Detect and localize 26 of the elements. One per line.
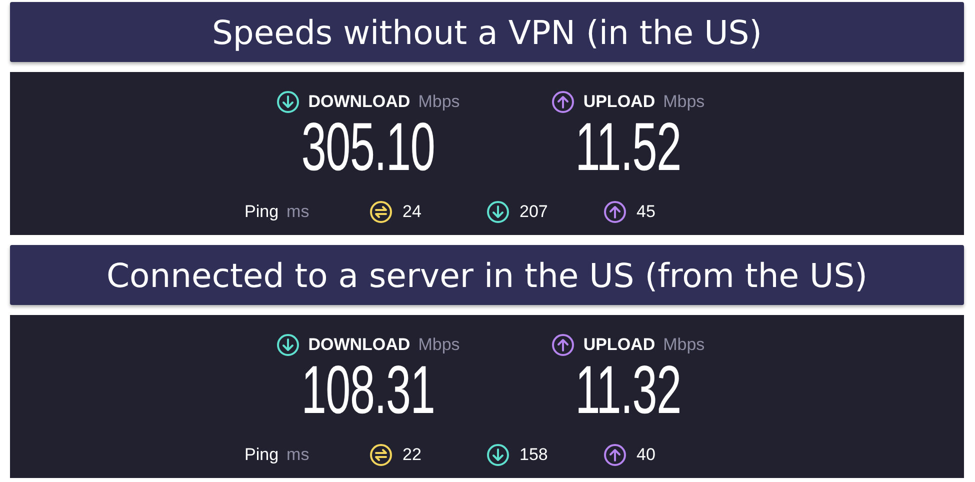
- unit-label: Mbps: [663, 92, 705, 112]
- speed-value: 108.31: [301, 355, 435, 425]
- exchange-arrows-icon: [368, 443, 392, 467]
- ping-label: Ping: [244, 445, 279, 465]
- ping-value: 207: [520, 202, 548, 222]
- unit-label: Mbps: [663, 335, 705, 355]
- unit-label: Mbps: [418, 92, 460, 112]
- ping-label: Ping: [244, 202, 279, 222]
- speed-value: 305.10: [301, 112, 435, 182]
- exchange-arrows-icon: [368, 200, 392, 224]
- ping-value: 40: [636, 445, 656, 465]
- metric-label: DOWNLOAD: [308, 92, 410, 112]
- metric-label: UPLOAD: [583, 335, 656, 355]
- ping-value: 45: [636, 202, 656, 222]
- unit-label: Mbps: [418, 335, 460, 355]
- metric-label: DOWNLOAD: [308, 335, 410, 355]
- unit-label: ms: [286, 202, 310, 222]
- ping-value: 22: [402, 445, 422, 465]
- ping-value: 24: [402, 202, 422, 222]
- speed-value: 11.52: [575, 112, 681, 182]
- section-title: Connected to a server in the US (from the US): [10, 245, 964, 305]
- metric-label: UPLOAD: [583, 92, 656, 112]
- section-title: Speeds without a VPN (in the US): [10, 2, 964, 62]
- unit-label: ms: [286, 445, 310, 465]
- speed-value: 11.32: [575, 355, 681, 425]
- ping-value: 158: [520, 445, 548, 465]
